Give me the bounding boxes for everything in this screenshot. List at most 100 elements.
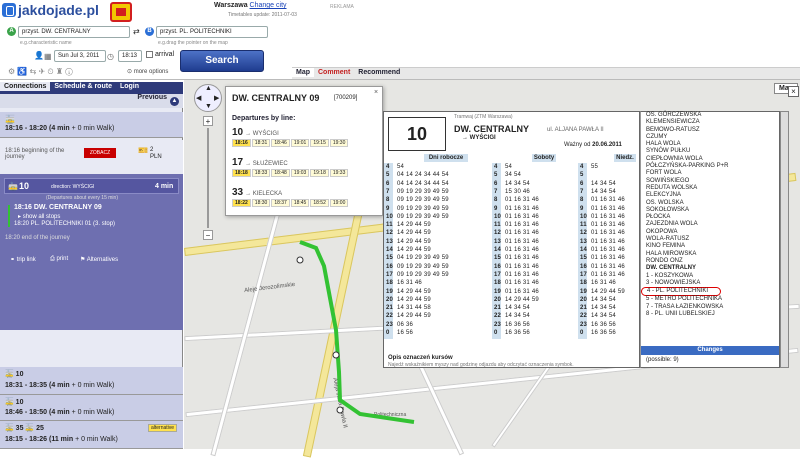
minutes-cell[interactable]: 09 19 29 39 49 59 [397,272,449,278]
change-city-link[interactable]: Change city [250,2,287,9]
minutes-cell[interactable]: 16 36 56 [591,322,616,328]
minutes-cell[interactable]: 01 16 31 46 [505,206,539,212]
stop-item[interactable]: BEMOWO-RATUSZ [641,127,779,134]
zoom-in-button[interactable]: + [203,116,213,126]
logo[interactable]: jakdojade.pl [2,2,100,18]
stop-item[interactable]: SOWIŃSKIEGO [641,178,779,185]
stop-item[interactable]: DW. CENTRALNY [641,265,779,272]
minutes-cell[interactable]: 14 29 44 59 [505,297,539,303]
connection-row[interactable]: 🚋 35 🚋 25 alternative 18:15 - 18:26 (11 … [0,421,183,449]
tab-recommend[interactable]: Recommend [354,68,404,77]
stop-item[interactable]: SYNÓW PUŁKU [641,148,779,155]
minutes-cell[interactable]: 14 29 44 59 [397,289,431,295]
stop-item[interactable]: KINO FEMINA [641,243,779,250]
stop-item[interactable]: PÓŁCZYŃSKA-PARKING P+R [641,163,779,170]
stop-item[interactable]: OS. GÓRCZEWSKA [641,112,779,119]
minutes-cell[interactable]: 01 16 31 46 [505,214,539,220]
from-input[interactable]: przyst. DW. CENTRALNY [18,26,130,38]
minutes-cell[interactable]: 14 34 54 [591,313,616,319]
minutes-cell[interactable]: 14 34 54 [591,189,616,195]
minutes-cell[interactable]: 14 29 44 59 [397,222,431,228]
minutes-cell[interactable]: 14 34 54 [505,305,530,311]
stop-item[interactable]: ZAJEZDNIA WOLA [641,221,779,228]
minutes-cell[interactable]: 01 16 31 46 [591,214,625,220]
minutes-cell[interactable]: 01 16 31 46 [505,239,539,245]
minutes-cell[interactable]: 14 34 54 [505,313,530,319]
minutes-cell[interactable]: 01 16 31 46 [505,272,539,278]
pan-control[interactable]: ▲ ▼ ◀ ▶ [194,84,222,112]
minutes-cell[interactable]: 16 36 56 [591,330,616,336]
minutes-cell[interactable]: 14 29 44 59 [397,239,431,245]
minutes-cell[interactable]: 06 36 [397,322,413,328]
stop-item[interactable]: OKOPOWA [641,229,779,236]
stop-item[interactable]: CZUMY [641,134,779,141]
person-icon[interactable]: 👤 [34,51,44,60]
close-icon[interactable]: × [374,89,378,96]
calendar-icon[interactable]: ▦ [44,52,52,61]
minutes-cell[interactable]: 01 16 31 46 [505,197,539,203]
minutes-cell[interactable]: 14 34 54 [505,181,530,187]
line-row[interactable]: 🚋 10 direction: WYŚCIGI 4 min [4,178,179,194]
stop-item[interactable]: ELEKCYJNA [641,192,779,199]
minutes-cell[interactable]: 01 16 31 46 [505,230,539,236]
minutes-cell[interactable]: 01 16 31 46 [591,239,625,245]
minutes-cell[interactable]: 01 16 31 46 [591,255,625,261]
minutes-cell[interactable]: 54 [505,164,512,170]
stop-item[interactable]: 5 - METRO POLITECHNIKA [641,296,779,303]
changes-header[interactable]: Changes [641,346,779,355]
minutes-cell[interactable]: 01 16 31 46 [591,222,625,228]
minutes-cell[interactable]: 54 [397,164,404,170]
minutes-cell[interactable]: 34 54 [505,172,521,178]
connection-row[interactable]: 🚋 10 18:31 - 18:35 (4 min + 0 min Walk) [0,367,183,395]
minutes-cell[interactable]: 14 29 44 59 [397,297,431,303]
minutes-cell[interactable]: 01 16 31 46 [505,222,539,228]
to-input[interactable]: przyst. PL. POLITECHNIKI [156,26,268,38]
swap-icon[interactable]: ⇄ [133,27,140,36]
clock-icon[interactable]: ◷ [107,52,114,61]
tab-connections[interactable]: Connections [0,82,51,91]
minutes-cell[interactable]: 14 29 44 59 [397,313,431,319]
minutes-cell[interactable]: 04 14 24 34 44 54 [397,181,449,187]
stop-item[interactable]: 4 - PL. POLITECHNIKI [641,287,721,297]
minutes-cell[interactable]: 14 29 44 59 [397,247,431,253]
minutes-cell[interactable]: 04 14 24 34 44 54 [397,172,449,178]
minutes-cell[interactable]: 01 16 31 46 [591,247,625,253]
minutes-cell[interactable]: 01 16 31 46 [591,197,625,203]
stop-item[interactable]: KLEMENSIEWICZA [641,119,779,126]
minutes-cell[interactable]: 01 16 31 46 [505,280,539,286]
options-icons[interactable]: ⚙ ♿ ⇆ ✈ ⏲ ♜ ⓘ [8,67,73,77]
minutes-cell[interactable]: 01 16 31 46 [505,247,539,253]
search-button[interactable]: Search [180,50,264,72]
minutes-cell[interactable]: 04 19 29 39 49 59 [397,255,449,261]
minutes-cell[interactable]: 01 16 31 46 [591,264,625,270]
alternatives-link[interactable]: ⚑ Alternatives [80,256,118,263]
minutes-cell[interactable]: 16 31 46 [591,280,616,286]
zoom-out-button[interactable]: − [203,230,213,240]
date-field[interactable]: Sun Jul 3, 2011 [54,50,106,62]
minutes-cell[interactable]: 01 16 31 46 [505,289,539,295]
trip-link[interactable]: ⚭ trip link [10,256,36,263]
minutes-cell[interactable]: 15 30 46 [505,189,530,195]
stop-item[interactable]: FORT WOLA [641,170,779,177]
more-options-link[interactable]: ⊙ more options [127,68,168,75]
minutes-cell[interactable]: 09 19 29 39 49 59 [397,197,449,203]
arrival-checkbox[interactable] [146,51,153,58]
stop-item[interactable]: SOKOŁOWSKA [641,207,779,214]
tab-schedule-route[interactable]: Schedule & route [50,82,116,91]
stop-item[interactable]: PŁOCKA [641,214,779,221]
tab-comment[interactable]: Comment [314,68,354,77]
ad-badge[interactable]: ZOBACZ [84,148,116,158]
minutes-cell[interactable]: 01 16 31 46 [591,272,625,278]
stop-item[interactable]: RONDO ONZ [641,258,779,265]
minutes-cell[interactable]: 14 29 44 59 [397,230,431,236]
zoom-slider[interactable] [207,128,209,228]
minutes-cell[interactable]: 16 36 56 [505,330,530,336]
departure-row[interactable]: 33 → KIELECKA 18:22 18:30 18:37 18:45 18:52 1… [232,187,380,207]
show-stops-link[interactable]: ▸ show all stops [18,213,60,220]
departure-row[interactable]: 17 → SŁUŻEWIEC 18:18 18:33 18:48 19:03 19:18… [232,157,380,177]
connection-row[interactable]: 🚋 10 18:46 - 18:50 (4 min + 0 min Walk) [0,395,183,421]
minutes-cell[interactable]: 14 31 44 58 [397,305,431,311]
stop-item[interactable]: 7 - TRASA ŁAZIENKOWSKA [641,304,779,311]
stop-list-scrollbar[interactable] [780,111,789,368]
minutes-cell[interactable]: 16 31 46 [397,280,422,286]
